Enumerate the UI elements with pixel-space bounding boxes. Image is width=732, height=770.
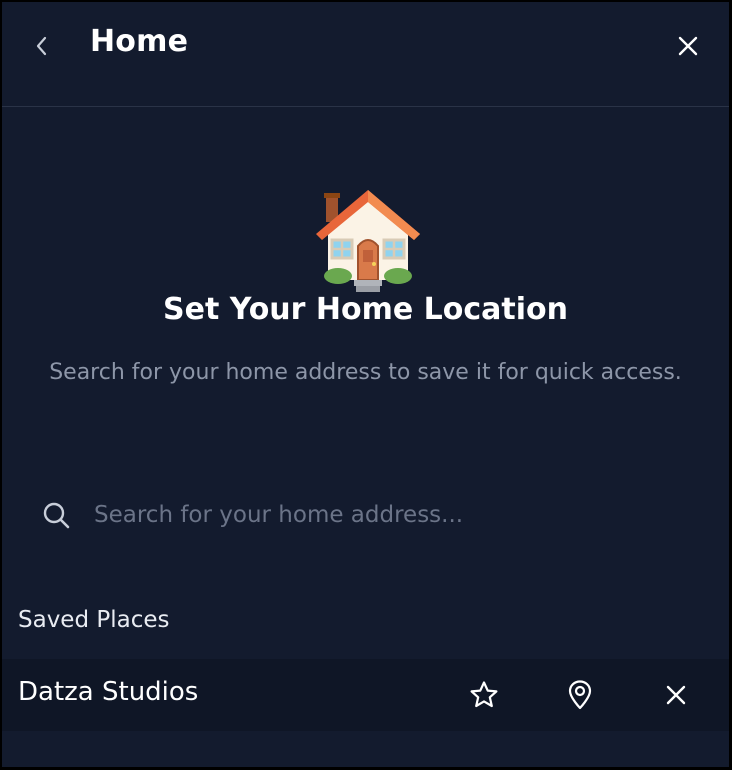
saved-place-name: Datza Studios bbox=[18, 677, 199, 707]
home-panel: Home Set Your Home Location Search for y… bbox=[2, 2, 729, 767]
close-icon bbox=[678, 36, 698, 56]
search-icon bbox=[28, 488, 84, 542]
search-input[interactable] bbox=[84, 488, 702, 542]
chevron-left-icon bbox=[36, 36, 47, 56]
favorite-button[interactable] bbox=[464, 675, 504, 715]
saved-place-row[interactable]: Datza Studios bbox=[2, 659, 729, 731]
search-bar bbox=[28, 488, 702, 542]
hero-subtitle: Search for your home address to save it … bbox=[49, 360, 682, 385]
back-button[interactable] bbox=[24, 28, 60, 64]
remove-place-button[interactable] bbox=[656, 675, 696, 715]
house-icon bbox=[316, 190, 420, 292]
map-pin-icon bbox=[568, 680, 592, 710]
show-on-map-button[interactable] bbox=[560, 675, 600, 715]
header: Home bbox=[2, 2, 729, 107]
star-icon bbox=[470, 681, 498, 708]
hero-title: Set Your Home Location bbox=[162, 292, 569, 327]
close-button[interactable] bbox=[670, 28, 706, 64]
page-title: Home bbox=[90, 24, 189, 59]
close-icon bbox=[666, 685, 686, 705]
saved-places-heading: Saved Places bbox=[18, 607, 170, 633]
